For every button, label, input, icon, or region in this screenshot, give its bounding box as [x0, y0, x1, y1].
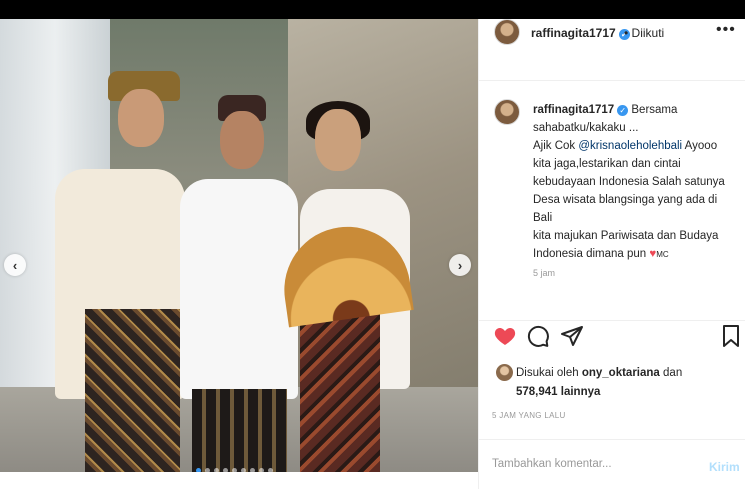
caption-line: kebudayaan Indonesia Salah satunya	[533, 176, 725, 188]
carousel-dot	[205, 468, 210, 472]
heart-filled-icon[interactable]	[493, 324, 517, 348]
caption-signature: MC	[656, 250, 669, 259]
caption-line: Indonesia dimana pun	[533, 248, 650, 260]
author-avatar[interactable]	[494, 19, 520, 45]
comment-input[interactable]	[492, 458, 692, 470]
carousel-dot	[196, 468, 201, 472]
post-comment-button[interactable]: Kirim	[709, 460, 740, 474]
person-left-face	[118, 89, 164, 147]
likes-text: Disukai oleh ony_oktariana dan 578,941 l…	[516, 364, 716, 402]
caption-text: raffinagita1717 ✓ Bersama sahabatku/kakak…	[533, 101, 733, 282]
bookmark-icon[interactable]	[719, 324, 743, 348]
caption-mention-link[interactable]: @krisnaoleholehbali	[578, 140, 682, 152]
caption-line: Desa wisata blangsinga yang ada di	[533, 194, 718, 206]
comment-section: Kirim	[479, 439, 745, 489]
caption-line: Bersama	[631, 104, 678, 116]
caption-area: raffinagita1717 ✓ Bersama sahabatku/kakak…	[479, 81, 745, 321]
likes-suffix[interactable]: lainnya	[558, 386, 601, 398]
liker-avatar[interactable]	[496, 364, 513, 381]
post-photo[interactable]: ‹ ›	[0, 19, 478, 472]
person-middle-sarong	[192, 389, 287, 472]
caption-line: sahabatku/kakaku ...	[533, 122, 639, 134]
post-sidebar: raffinagita1717 ✓ • Diikuti ••• raffinagi…	[478, 19, 745, 489]
caption-time: 5 jam	[533, 268, 556, 278]
person-right-sarong	[300, 309, 380, 472]
person-right-face	[315, 109, 361, 171]
liker-username[interactable]: ony_oktariana	[582, 367, 660, 379]
author-username[interactable]: raffinagita1717 ✓	[531, 26, 630, 40]
follow-status-text[interactable]: Diikuti	[632, 26, 665, 40]
likes-prefix: Disukai oleh	[516, 367, 582, 379]
share-arrow-icon[interactable]	[560, 324, 584, 348]
caption-verified-badge-icon: ✓	[617, 105, 629, 116]
carousel-prev-button[interactable]: ‹	[4, 254, 26, 276]
carousel-next-button[interactable]: ›	[449, 254, 471, 276]
top-black-bar	[0, 0, 745, 19]
separator-dot: •	[624, 26, 629, 40]
carousel-dot	[214, 468, 219, 472]
caption-author-avatar[interactable]	[494, 99, 520, 125]
likes-middle: dan	[659, 367, 683, 379]
comment-bubble-icon[interactable]	[526, 324, 550, 348]
carousel-dot	[232, 468, 237, 472]
carousel-dots	[196, 468, 273, 472]
carousel-dot	[241, 468, 246, 472]
caption-line: Ajik Cok	[533, 140, 579, 152]
caption-username[interactable]: raffinagita1717	[533, 104, 614, 116]
likes-count[interactable]: 578,941	[516, 386, 558, 398]
person-middle-shirt	[180, 179, 298, 399]
more-options-icon[interactable]: •••	[716, 21, 736, 39]
caption-line: kita majukan Pariwisata dan Budaya	[533, 230, 719, 242]
carousel-dot	[250, 468, 255, 472]
carousel-dot	[223, 468, 228, 472]
carousel-dot	[259, 468, 264, 472]
caption-line: Bali	[533, 212, 553, 224]
caption-line: kita jaga,lestarikan dan cintai	[533, 158, 681, 170]
author-username-text[interactable]: raffinagita1717	[531, 26, 616, 40]
post-timestamp[interactable]: 5 JAM YANG LALU	[492, 411, 566, 420]
person-middle-face	[220, 111, 264, 169]
action-bar	[491, 324, 739, 354]
follow-status[interactable]: • Diikuti	[624, 26, 664, 40]
post-header: raffinagita1717 ✓ • Diikuti •••	[479, 19, 745, 81]
carousel-dot	[268, 468, 273, 472]
caption-line: Ayooo	[682, 140, 718, 152]
person-left-sarong	[85, 309, 180, 472]
